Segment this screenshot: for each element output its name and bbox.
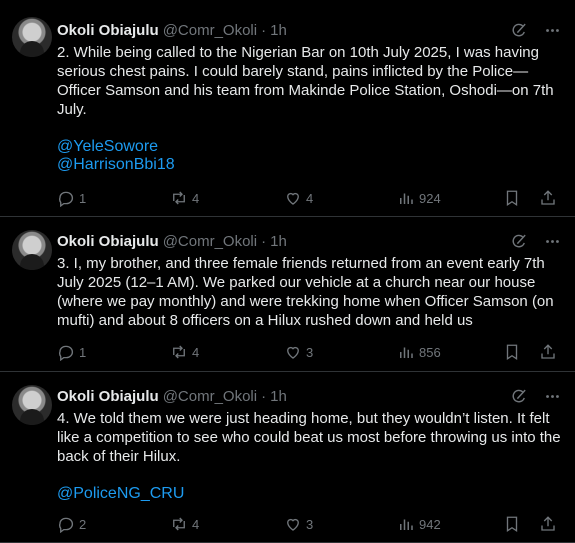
avatar[interactable] — [12, 230, 52, 270]
reply-button[interactable]: 1 — [57, 189, 86, 207]
views-button[interactable]: 924 — [397, 189, 441, 207]
share-button[interactable] — [539, 189, 557, 207]
separator-dot: · — [261, 387, 267, 405]
repost-count: 4 — [192, 344, 200, 360]
bookmark-icon — [503, 343, 521, 361]
reply-icon — [57, 343, 75, 361]
bookmark-button[interactable] — [503, 189, 521, 207]
more-icon[interactable] — [544, 22, 561, 39]
author-handle[interactable]: @Comr_Okoli — [163, 233, 257, 250]
tweet-header: Okoli Obiajulu @Comr_Okoli · 1h — [57, 387, 561, 405]
grok-icon[interactable] — [511, 233, 528, 250]
reply-button[interactable]: 2 — [57, 515, 86, 533]
reply-icon — [57, 189, 75, 207]
repost-icon — [170, 343, 188, 361]
author-name[interactable]: Okoli Obiajulu — [57, 233, 159, 250]
reply-count: 1 — [79, 344, 87, 360]
grok-icon[interactable] — [511, 22, 528, 39]
like-button[interactable]: 3 — [284, 343, 313, 361]
avatar[interactable] — [12, 17, 52, 57]
views-icon — [397, 189, 415, 207]
tweet-text: 4. We told them we were just heading hom… — [57, 410, 565, 465]
author-handle[interactable]: @Comr_Okoli — [163, 22, 257, 39]
share-icon — [539, 515, 557, 533]
bookmark-icon — [503, 189, 521, 207]
like-button[interactable]: 3 — [284, 515, 313, 533]
like-button[interactable]: 4 — [284, 189, 313, 207]
author-handle[interactable]: @Comr_Okoli — [163, 388, 257, 405]
repost-button[interactable]: 4 — [170, 189, 199, 207]
share-button[interactable] — [539, 343, 557, 361]
timestamp[interactable]: 1h — [270, 22, 287, 39]
views-count: 942 — [419, 516, 441, 532]
reply-count: 1 — [79, 190, 87, 206]
tweet[interactable]: Okoli Obiajulu @Comr_Okoli · 1h 2. While… — [0, 0, 575, 217]
mention-link[interactable]: @PoliceNG_CRU — [57, 485, 561, 503]
tweet[interactable]: Okoli Obiajulu @Comr_Okoli · 1h 4. We to… — [0, 372, 575, 543]
views-icon — [397, 343, 415, 361]
like-icon — [284, 343, 302, 361]
tweet-text: 3. I, my brother, and three female frien… — [57, 255, 558, 329]
repost-button[interactable]: 4 — [170, 343, 199, 361]
tweet-text: 2. While being called to the Nigerian Ba… — [57, 44, 558, 118]
bookmark-button[interactable] — [503, 515, 521, 533]
share-icon — [539, 343, 557, 361]
like-icon — [284, 189, 302, 207]
share-button[interactable] — [539, 515, 557, 533]
like-count: 3 — [306, 516, 314, 532]
share-icon — [539, 189, 557, 207]
tweet-header: Okoli Obiajulu @Comr_Okoli · 1h — [57, 21, 561, 39]
separator-dot: · — [261, 21, 267, 39]
repost-count: 4 — [192, 516, 200, 532]
views-count: 856 — [419, 344, 441, 360]
separator-dot: · — [261, 232, 267, 250]
like-count: 4 — [306, 190, 314, 206]
reply-icon — [57, 515, 75, 533]
views-count: 924 — [419, 190, 441, 206]
bookmark-button[interactable] — [503, 343, 521, 361]
grok-icon[interactable] — [511, 388, 528, 405]
more-icon[interactable] — [544, 388, 561, 405]
more-icon[interactable] — [544, 233, 561, 250]
action-bar: 1 4 4 924 — [57, 188, 561, 208]
author-name[interactable]: Okoli Obiajulu — [57, 22, 159, 39]
repost-icon — [170, 189, 188, 207]
reply-count: 2 — [79, 516, 87, 532]
avatar[interactable] — [12, 385, 52, 425]
action-bar: 2 4 3 942 — [57, 514, 561, 534]
timestamp[interactable]: 1h — [270, 388, 287, 405]
like-icon — [284, 515, 302, 533]
tweet[interactable]: Okoli Obiajulu @Comr_Okoli · 1h 3. I, my… — [0, 217, 575, 372]
repost-count: 4 — [192, 190, 200, 206]
tweet-header: Okoli Obiajulu @Comr_Okoli · 1h — [57, 232, 561, 250]
views-button[interactable]: 856 — [397, 343, 441, 361]
repost-icon — [170, 515, 188, 533]
author-name[interactable]: Okoli Obiajulu — [57, 388, 159, 405]
mention-link[interactable]: @HarrisonBbi18 — [57, 156, 561, 174]
repost-button[interactable]: 4 — [170, 515, 199, 533]
views-button[interactable]: 942 — [397, 515, 441, 533]
like-count: 3 — [306, 344, 314, 360]
timestamp[interactable]: 1h — [270, 233, 287, 250]
action-bar: 1 4 3 856 — [57, 342, 561, 362]
reply-button[interactable]: 1 — [57, 343, 86, 361]
views-icon — [397, 515, 415, 533]
bookmark-icon — [503, 515, 521, 533]
mention-link[interactable]: @YeleSowore — [57, 138, 561, 156]
